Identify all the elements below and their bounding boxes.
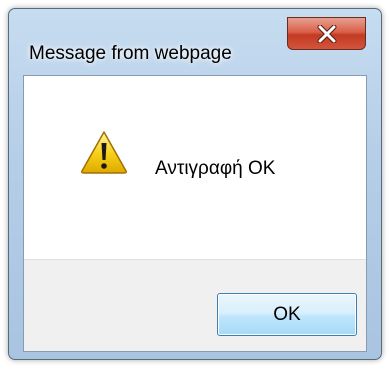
message-dialog: Message from webpage Αντιγραφή OK OK (8, 8, 382, 360)
dialog-body: Αντιγραφή OK OK (23, 75, 367, 352)
button-area: OK (24, 259, 366, 351)
title-bar[interactable]: Message from webpage (9, 9, 381, 75)
message-area: Αντιγραφή OK (24, 76, 366, 259)
message-text: Αντιγραφή OK (155, 158, 276, 179)
dialog-title: Message from webpage (29, 43, 232, 64)
close-icon (317, 24, 336, 43)
warning-icon (81, 131, 127, 174)
ok-button[interactable]: OK (217, 293, 357, 336)
close-button[interactable] (287, 17, 366, 50)
